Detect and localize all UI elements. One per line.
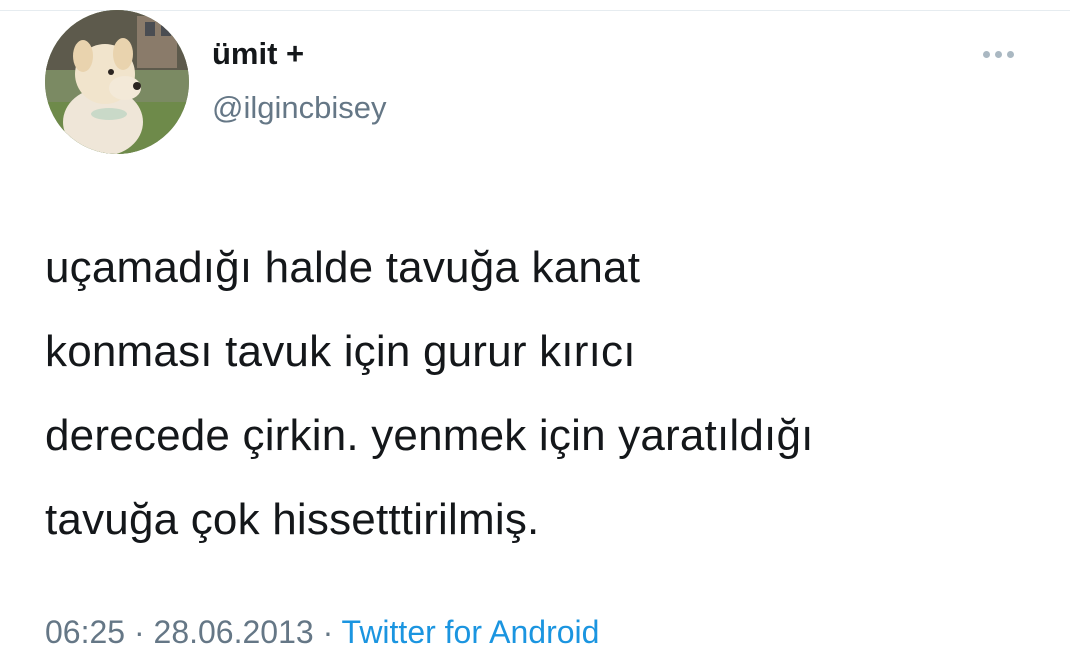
tweet-time[interactable]: 06:25 xyxy=(45,614,125,650)
more-dot xyxy=(1006,50,1014,58)
tweet-source-link[interactable]: Twitter for Android xyxy=(342,614,600,650)
meta-separator: · xyxy=(322,614,334,650)
tweet-text-line: uçamadığı halde tavuğa kanat xyxy=(45,243,641,292)
more-dot xyxy=(982,50,990,58)
tweet-card: ümit + @ilgincbisey uçamadığı halde tavu… xyxy=(0,0,1070,658)
avatar[interactable] xyxy=(45,10,189,154)
tweet-text-line: konması tavuk için gurur kırıcı xyxy=(45,327,636,376)
tweet-text-line: derecede çirkin. yenmek için yaratıldığı xyxy=(45,411,814,460)
tweet-meta: 06:25 · 28.06.2013 · Twitter for Android xyxy=(45,612,599,652)
author-block: ümit + @ilgincbisey xyxy=(212,35,386,127)
tweet-text: uçamadığı halde tavuğa kanat konması tav… xyxy=(45,226,1035,562)
more-options-icon[interactable] xyxy=(976,42,1020,66)
meta-separator: · xyxy=(133,614,145,650)
tweet-date[interactable]: 28.06.2013 xyxy=(154,614,314,650)
user-handle[interactable]: @ilgincbisey xyxy=(212,89,386,127)
display-name[interactable]: ümit + xyxy=(212,35,386,73)
more-dot xyxy=(994,50,1002,58)
tweet-text-line: tavuğa çok hissetttirilmiş. xyxy=(45,495,540,544)
dog-avatar-image xyxy=(45,10,189,154)
